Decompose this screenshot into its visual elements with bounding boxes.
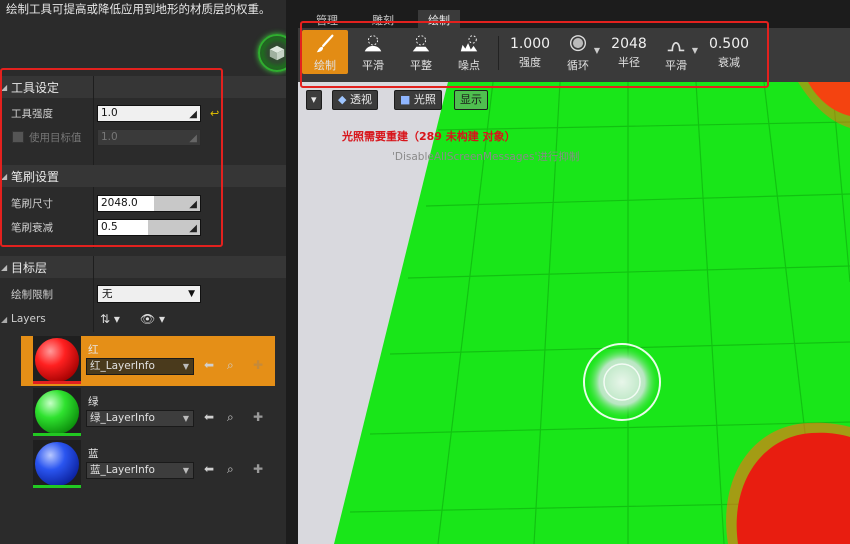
add-plus-icon[interactable]: ✚ xyxy=(253,410,263,424)
lighting-cube-icon: ■ xyxy=(400,93,411,106)
use-selected-arrow-icon[interactable]: ⬅ xyxy=(204,462,214,476)
landscape-editor: 绘制工具可提高或降低应用到地形的材质层的权重。 ◢ 工具设定 工具强度 1.0 … xyxy=(0,0,850,544)
lighting-button[interactable]: ■ 光照 xyxy=(394,90,442,110)
layer-thumbnail xyxy=(33,336,81,384)
layer-name: 蓝 xyxy=(88,448,99,460)
cube-icon xyxy=(269,45,285,61)
chevron-down-icon: ▼ xyxy=(182,414,189,423)
add-plus-icon[interactable]: ✚ xyxy=(253,462,263,476)
perspective-button[interactable]: ◆ 透视 xyxy=(332,90,378,110)
use-selected-arrow-icon[interactable]: ⬅ xyxy=(204,358,214,372)
paint-limit-row: 绘制限制 无 ▼ xyxy=(0,282,286,306)
browse-search-icon[interactable]: ⌕ xyxy=(227,462,234,477)
landscape-details-panel: 绘制工具可提高或降低应用到地形的材质层的权重。 ◢ 工具设定 工具强度 1.0 … xyxy=(0,0,296,544)
layer-item-red[interactable]: 红 红_LayerInfo ▼ ⬅ ⌕ ✚ xyxy=(21,336,275,386)
layer-thumbnail xyxy=(33,440,81,488)
level-viewport[interactable]: ▾ ◆ 透视 ■ 光照 显示 光照需要重建（289 未构建 对象） 'Disab… xyxy=(298,82,850,544)
lighting-rebuild-warning: 光照需要重建（289 未构建 对象） xyxy=(342,130,516,143)
layer-item-blue[interactable]: 蓝 蓝_LayerInfo ▼ ⬅ ⌕ ✚ xyxy=(30,440,276,490)
add-plus-icon[interactable]: ✚ xyxy=(253,358,263,372)
panel-splitter[interactable] xyxy=(286,0,298,544)
sort-icon[interactable]: ⇅ ▾ xyxy=(100,312,120,326)
collapse-triangle-icon: ◢ xyxy=(1,262,8,272)
layer-name: 绿 xyxy=(88,396,99,408)
target-layers-header[interactable]: ◢ 目标层 xyxy=(0,256,286,278)
layer-info-select[interactable]: 蓝_LayerInfo ▼ xyxy=(86,462,194,479)
browse-search-icon[interactable]: ⌕ xyxy=(227,358,234,373)
suppress-messages-hint: 'DisableAllScreenMessages'进行抑制 xyxy=(392,151,580,163)
highlight-box-settings xyxy=(0,68,223,247)
chevron-down-icon: ▼ xyxy=(182,362,189,371)
show-button[interactable]: 显示 xyxy=(454,90,488,110)
paint-limit-dropdown[interactable]: 无 ▼ xyxy=(97,285,201,303)
visibility-eye-icon[interactable]: 👁︎ ▾ xyxy=(140,312,165,326)
target-layers-title: 目标层 xyxy=(11,260,48,275)
viewport-options-button[interactable]: ▾ xyxy=(306,90,322,110)
highlight-box-toolbar xyxy=(300,21,769,88)
browse-search-icon[interactable]: ⌕ xyxy=(227,410,234,425)
layers-label: Layers xyxy=(11,313,46,325)
collapse-triangle-icon: ◢ xyxy=(1,314,8,324)
chevron-down-icon: ▾ xyxy=(311,93,317,106)
layers-row: ◢ Layers ⇅ ▾ 👁︎ ▾ xyxy=(0,307,286,331)
chevron-down-icon: ▼ xyxy=(182,466,189,475)
chevron-down-icon: ▼ xyxy=(188,289,195,299)
layer-name: 红 xyxy=(88,344,99,356)
perspective-cube-icon: ◆ xyxy=(338,93,347,106)
layer-info-select[interactable]: 红_LayerInfo ▼ xyxy=(86,358,194,375)
layer-item-green[interactable]: 绿 绿_LayerInfo ▼ ⬅ ⌕ ✚ xyxy=(30,388,276,438)
tool-description: 绘制工具可提高或降低应用到地形的材质层的权重。 xyxy=(6,2,271,16)
layer-thumbnail xyxy=(33,388,81,436)
layer-info-select[interactable]: 绿_LayerInfo ▼ xyxy=(86,410,194,427)
use-selected-arrow-icon[interactable]: ⬅ xyxy=(204,410,214,424)
paint-limit-label: 绘制限制 xyxy=(11,288,53,301)
